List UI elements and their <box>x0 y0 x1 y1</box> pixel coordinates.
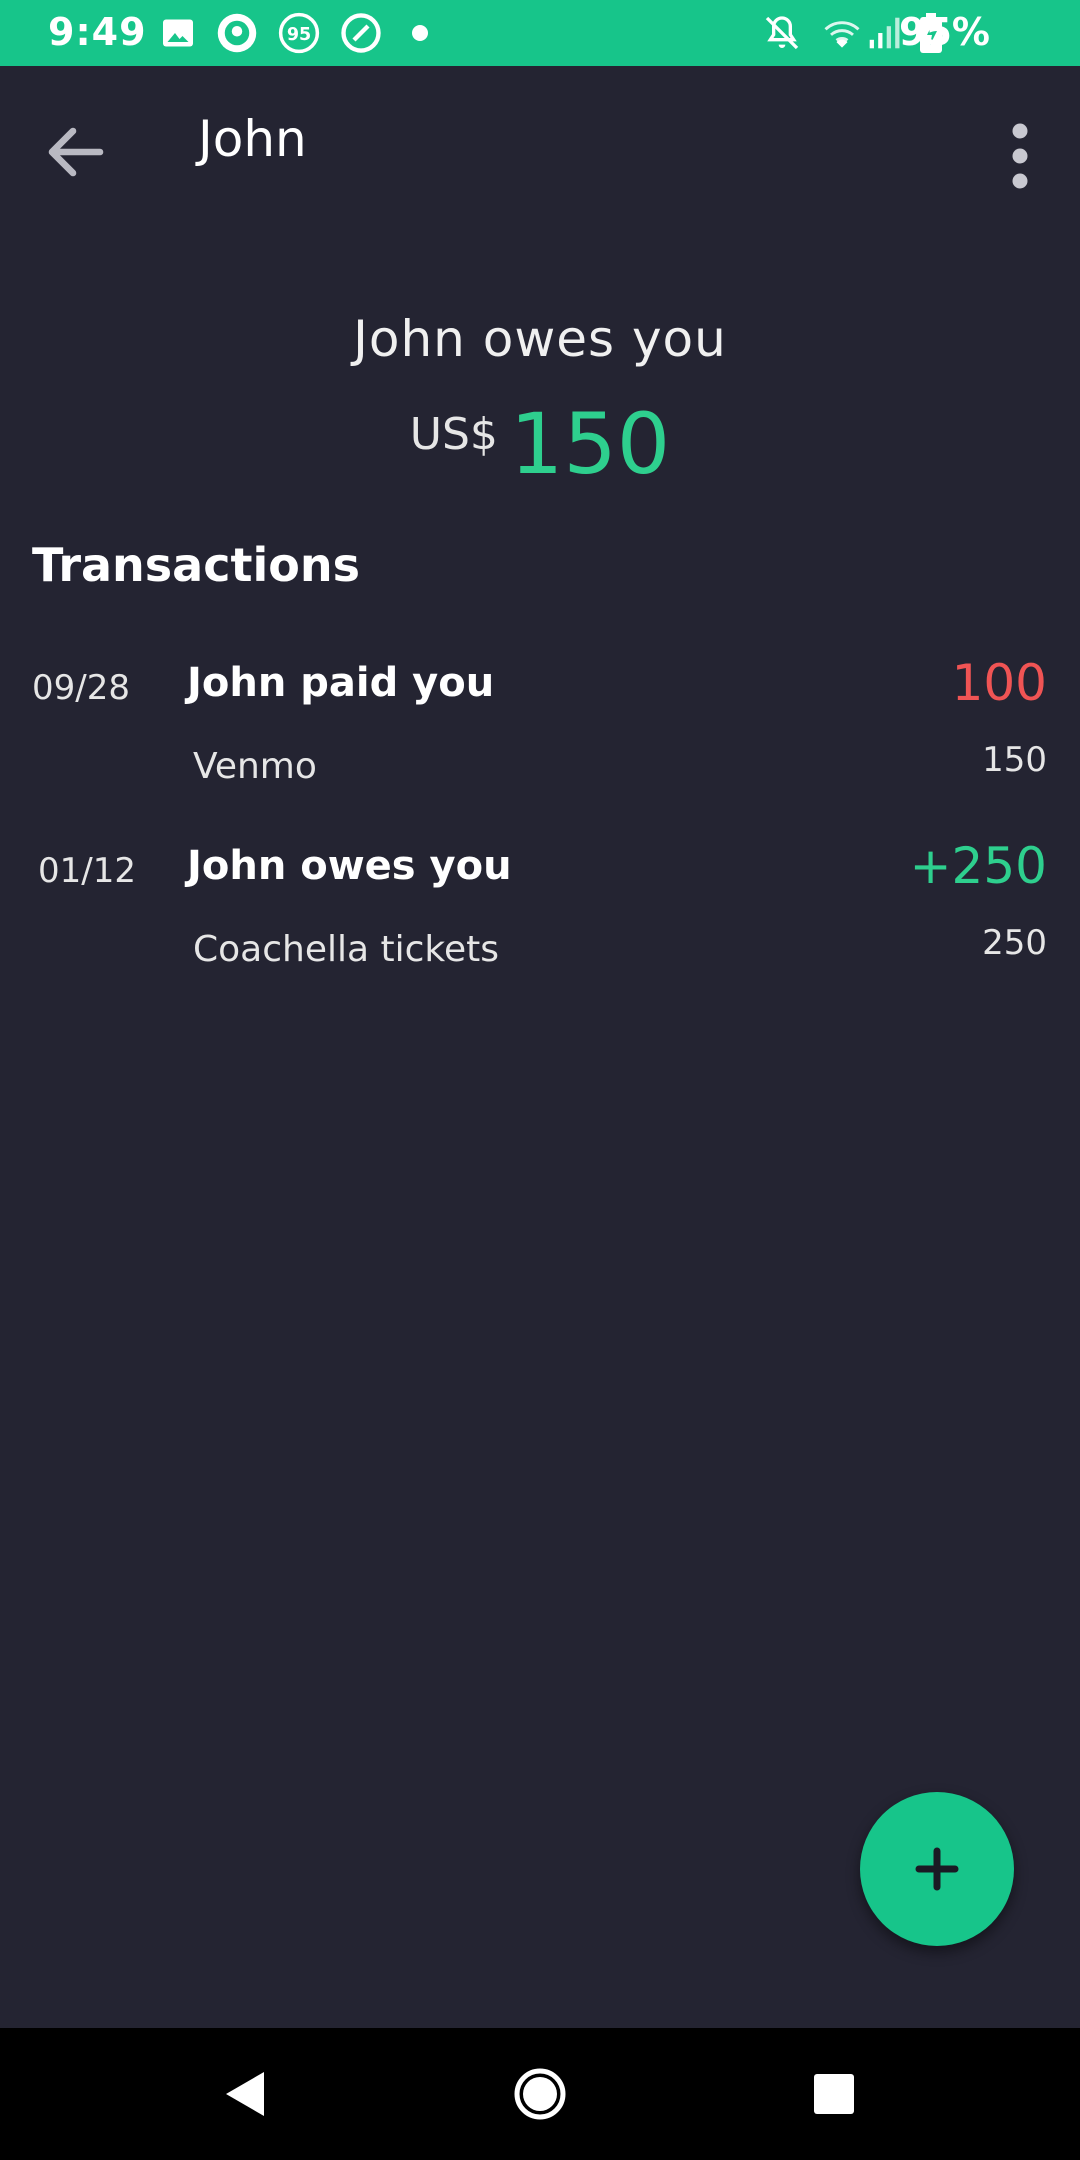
starbucks-icon <box>217 13 257 53</box>
transaction-date: 09/28 <box>32 668 130 708</box>
transactions-header: Transactions <box>32 538 360 592</box>
app-bar: John <box>0 66 1080 216</box>
plus-icon <box>915 1847 959 1891</box>
transaction-subtitle: Venmo <box>193 746 317 787</box>
recents-square-icon[interactable] <box>798 2058 870 2130</box>
home-circle-icon[interactable] <box>504 2058 576 2130</box>
transaction-sub-amount: 250 <box>982 923 1047 963</box>
transaction-amount: +250 <box>909 837 1047 895</box>
transaction-subtitle: Coachella tickets <box>193 929 499 970</box>
transaction-sub-amount: 150 <box>982 740 1047 780</box>
transaction-row[interactable]: 01/12 John owes you +250 Coachella ticke… <box>0 837 1080 1013</box>
transaction-description: John paid you <box>187 660 495 706</box>
dot-icon <box>412 25 428 41</box>
system-nav-bar <box>0 2028 1080 2160</box>
image-icon <box>163 19 193 47</box>
badge-95-icon: 95 <box>278 12 320 54</box>
balance-label: John owes you <box>353 310 727 368</box>
balance-amount-row: US$ 150 <box>0 395 1080 493</box>
svg-text:95: 95 <box>287 25 311 45</box>
transaction-description: John owes you <box>187 843 512 889</box>
add-transaction-button[interactable] <box>860 1792 1014 1946</box>
currency-label: US$ <box>409 409 498 460</box>
wifi-icon <box>824 21 860 48</box>
status-bar: 9:49 95 95% <box>0 0 1080 66</box>
bell-off-icon <box>765 16 799 50</box>
page-title: John <box>198 110 307 168</box>
signal-icon <box>869 17 900 49</box>
transaction-amount: 100 <box>951 654 1047 712</box>
balance-amount: 150 <box>509 395 671 493</box>
more-vert-icon[interactable] <box>990 116 1050 196</box>
battery-percent: 95% <box>899 10 990 54</box>
status-time: 9:49 <box>48 10 147 54</box>
transaction-date: 01/12 <box>38 851 136 891</box>
arrow-left-icon[interactable] <box>40 116 112 188</box>
transaction-row[interactable]: 09/28 John paid you 100 Venmo 150 <box>0 654 1080 830</box>
circle-app-icon <box>341 13 381 53</box>
back-triangle-icon[interactable] <box>208 2058 280 2130</box>
